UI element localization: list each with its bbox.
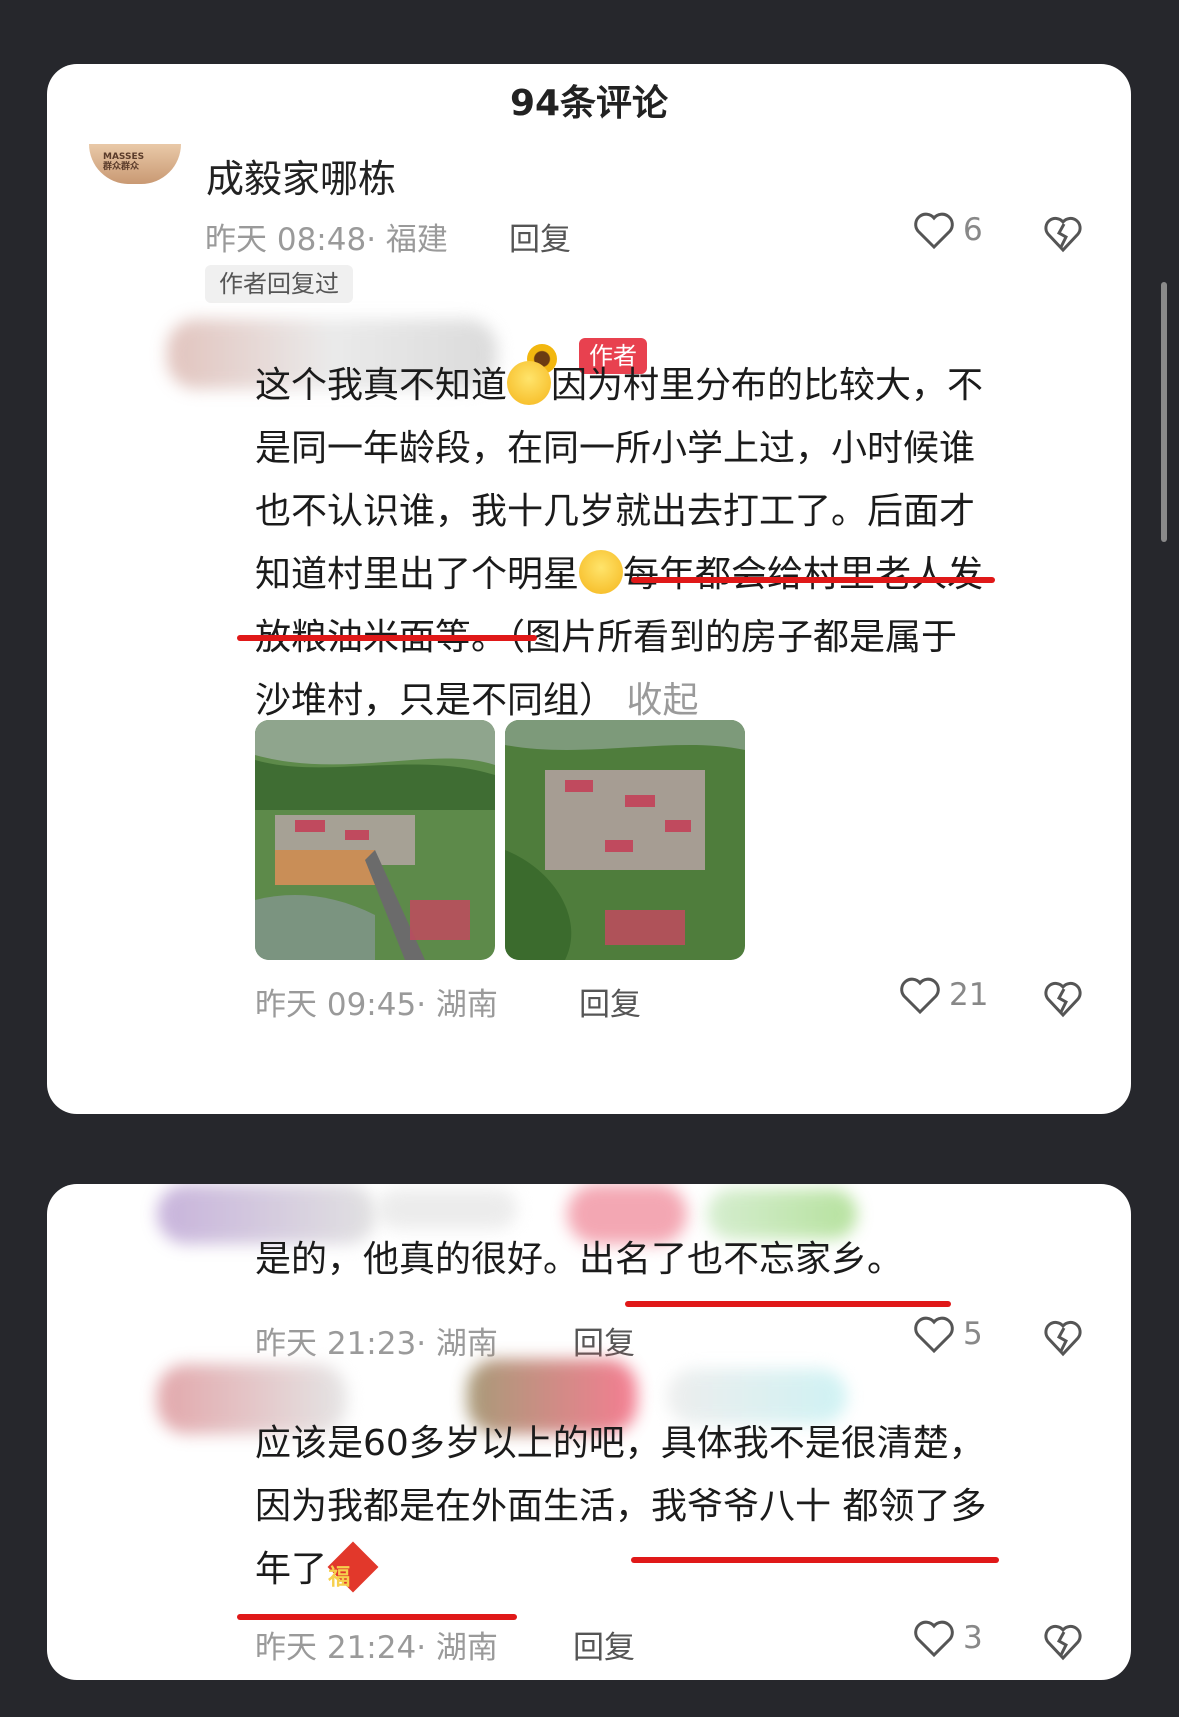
heart-icon — [914, 1316, 954, 1354]
highlight-underline — [237, 635, 537, 641]
village-photo-1[interactable] — [255, 720, 495, 960]
comment-location: 福建 — [385, 222, 448, 258]
author-reply-text: 这个我真不知道 因为村里分布的比较大，不 是同一年龄段，在同一所小学上过，小时候谁… — [255, 354, 1115, 732]
highlight-underline — [237, 1614, 517, 1620]
collapse-button[interactable]: 收起 — [626, 680, 698, 721]
dislike-icon[interactable] — [1043, 1622, 1083, 1662]
reply-text: 是的，他真的很好。出名了也不忘家乡。 — [255, 1239, 904, 1280]
like-button[interactable]: 6 — [913, 210, 983, 250]
heart-icon — [914, 212, 954, 250]
author-replied-tag: 作者回复过 — [205, 265, 353, 303]
highlight-underline — [631, 1557, 999, 1563]
heart-icon — [900, 977, 940, 1015]
comments-panel: 94条评论 MASSES 群众群众 成毅家哪栋 昨天 08:48· 福建 回复 … — [47, 64, 1131, 1114]
comment-meta: 昨天 08:48· 福建 — [205, 222, 448, 258]
reply-button[interactable]: 回复 — [573, 1318, 635, 1363]
reply-text: 应该是60多岁以上的吧，具体我不是很清楚， 因为我都是在外面生活，我爷爷八十 都… — [255, 1423, 987, 1593]
sweat-smile-emoji-icon — [507, 361, 552, 405]
like-count: 3 — [963, 1620, 983, 1656]
username[interactable]: 成毅家哪栋 — [206, 148, 396, 203]
reply-meta: 昨天 21:23· 湖南 — [255, 1326, 498, 1362]
comments-panel-continued: 是的，他真的很好。出名了也不忘家乡。 昨天 21:23· 湖南 回复 5 应该是… — [47, 1184, 1131, 1680]
fu-emoji-icon: 福 — [327, 1541, 379, 1593]
like-button[interactable]: 21 — [899, 975, 988, 1015]
comments-count-title: 94条评论 — [509, 83, 669, 124]
like-count: 6 — [963, 212, 983, 248]
reply-button[interactable]: 回复 — [579, 979, 641, 1024]
blurred-username — [377, 1189, 517, 1229]
like-button[interactable]: 3 — [913, 1618, 983, 1658]
village-photo-2[interactable] — [505, 720, 745, 960]
dislike-icon[interactable] — [1043, 1318, 1083, 1358]
avatar[interactable]: MASSES 群众群众 — [89, 144, 181, 184]
reply-meta: 昨天 09:45· 湖南 — [255, 987, 498, 1023]
highlight-underline — [631, 577, 995, 583]
like-count: 21 — [949, 977, 989, 1013]
grin-emoji-icon — [579, 550, 624, 594]
highlight-underline — [625, 1301, 951, 1307]
dislike-icon[interactable] — [1043, 214, 1083, 254]
reply-button[interactable]: 回复 — [573, 1622, 635, 1667]
like-button[interactable]: 5 — [913, 1314, 983, 1354]
reply-meta: 昨天 21:24· 湖南 — [255, 1630, 498, 1666]
scrollbar[interactable] — [1161, 282, 1167, 542]
reply-button[interactable]: 回复 — [509, 214, 571, 259]
avatar-text: MASSES 群众群众 — [103, 152, 145, 172]
heart-icon — [914, 1620, 954, 1658]
dislike-icon[interactable] — [1043, 979, 1083, 1019]
comment-time: 昨天 08:48 — [205, 222, 367, 258]
like-count: 5 — [963, 1316, 983, 1352]
